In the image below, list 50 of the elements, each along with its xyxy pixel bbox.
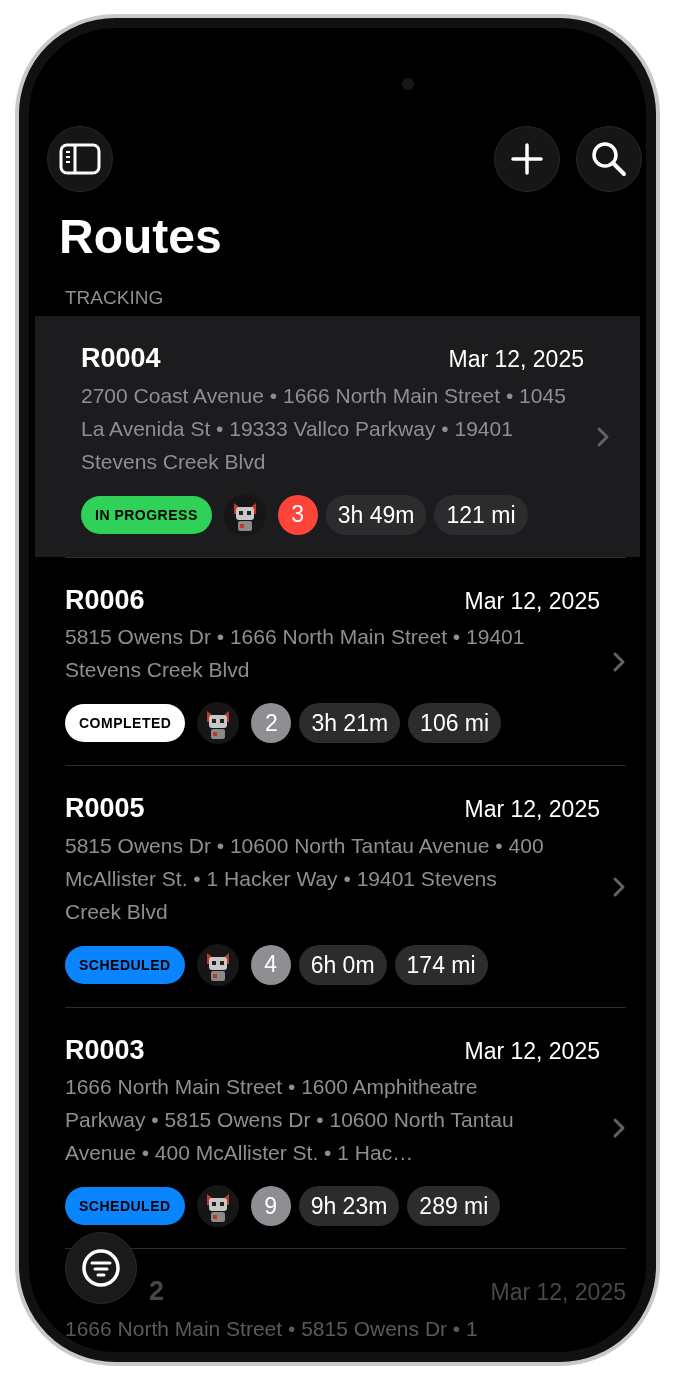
route-id: R0006: [65, 583, 145, 617]
stop-count-badge: 9: [250, 1186, 291, 1227]
route-id-fragment: 2: [149, 1276, 165, 1307]
route-date: Mar 12, 2025: [464, 1036, 600, 1066]
stop-count-badge: 4: [250, 944, 291, 985]
route-row[interactable]: R0003 Mar 12, 2025 1666 North Main Street • 1600 Amphitheatre Parkway • 5815 Owens Dr • 10600 North Tantau Avenue • 400 McAllister St. • 1 Hac… SCHEDULED 9 9h 23m 289 mi: [65, 1006, 626, 1249]
stop-count-badge: 3: [277, 494, 318, 535]
sidebar-icon: [59, 143, 101, 175]
route-row[interactable]: R0006 Mar 12, 2025 5815 Owens Dr • 1666 North Main Street • 19401 Stevens Creek Blvd COMPLETED 2 3h 21m 106 mi: [65, 556, 626, 766]
avatar-icon: [223, 493, 266, 536]
route-row[interactable]: R0004 Mar 12, 2025 2700 Coast Avenue • 1666 North Main Street • 1045 La Avenida St • 19333 Vallco Parkway • 19401 Stevens Creek Blvd IN PROGRESS 3 3h 49m 121 mi: [35, 316, 640, 557]
route-stops: 5815 Owens Dr • 10600 North Tantau Avenue • 400 McAllister St. • 1 Hacker Way • 19401 Stevens Creek Blvd: [65, 832, 545, 925]
duration-pill: 6h 0m: [298, 944, 387, 985]
camera-icon: [402, 78, 414, 90]
route-date: Mar 12, 2025: [490, 1278, 626, 1308]
chevron-icon: [612, 650, 626, 673]
route-date: Mar 12, 2025: [464, 586, 600, 616]
avatar-icon: [196, 943, 239, 986]
status-badge: IN PROGRESS: [81, 495, 212, 534]
avatar-icon: [197, 702, 240, 745]
route-date: Mar 12, 2025: [448, 345, 584, 375]
section-header: TRACKING: [65, 285, 165, 310]
filter-icon: [81, 1248, 121, 1288]
distance-pill: 106 mi: [408, 703, 502, 744]
route-date: Mar 12, 2025: [464, 795, 600, 825]
route-stops: 1666 North Main Street • 5815 Owens Dr • 1: [65, 1315, 479, 1342]
route-row[interactable]: R0005 Mar 12, 2025 5815 Owens Dr • 10600 North Tantau Avenue • 400 McAllister St. • 1 Hacker Way • 19401 Stevens Creek Blvd SCHEDULED 4 6h 0m 174 mi: [65, 765, 626, 1007]
route-id: R0005: [65, 792, 145, 826]
route-stops: 2700 Coast Avenue • 1666 North Main Street • 1045 La Avenida St • 19333 Vallco Parkway • 19401 Stevens Creek Blvd: [81, 382, 567, 475]
route-stops: 5815 Owens Dr • 1666 North Main Street • 19401 Stevens Creek Blvd: [65, 624, 526, 684]
distance-pill: 174 mi: [394, 944, 488, 985]
page-title: Routes: [59, 209, 223, 265]
chevron-icon: [596, 425, 610, 448]
distance-pill: 289 mi: [407, 1186, 501, 1227]
stop-count-badge: 2: [251, 703, 292, 744]
chevron-icon: [612, 1117, 626, 1140]
plus-icon: [511, 143, 543, 175]
chevron-icon: [612, 875, 626, 898]
route-id: R0004: [81, 342, 161, 376]
status-badge: SCHEDULED: [65, 945, 185, 984]
duration-pill: 9h 23m: [298, 1186, 400, 1227]
duration-pill: 3h 49m: [325, 494, 427, 535]
route-id: R0003: [65, 1033, 145, 1067]
duration-pill: 3h 21m: [299, 703, 401, 744]
avatar-icon: [196, 1185, 239, 1228]
route-stops: 1666 North Main Street • 1600 Amphitheatre Parkway • 5815 Owens Dr • 10600 North Tantau Avenue • 400 McAllister St. • 1 Hac…: [65, 1074, 515, 1167]
search-icon: [591, 141, 627, 177]
status-badge: COMPLETED: [65, 704, 186, 743]
status-badge: SCHEDULED: [65, 1187, 185, 1226]
distance-pill: 121 mi: [434, 494, 528, 535]
